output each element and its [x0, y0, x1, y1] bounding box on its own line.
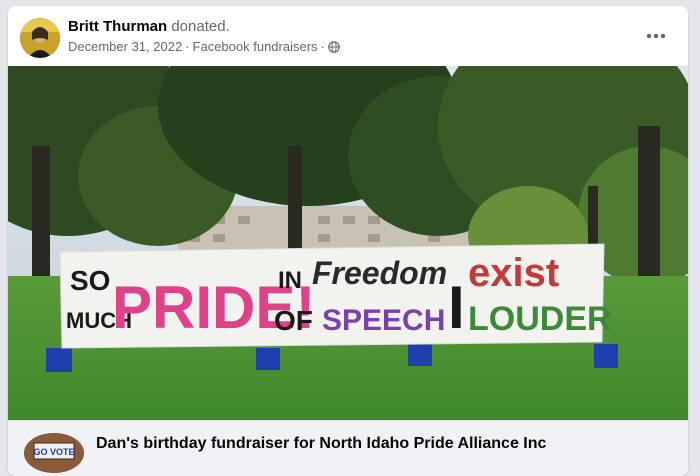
banner-so: SO	[70, 265, 110, 296]
post-photo[interactable]: SO MUCH PRIDE! IN OF Freedom SPEECH I ex…	[8, 66, 688, 420]
meta-separator: ·	[185, 39, 190, 54]
avatar-image	[20, 18, 60, 58]
post-card: Britt Thurman donated. December 31, 2022…	[8, 6, 688, 476]
post-source[interactable]: Facebook fundraisers	[193, 39, 318, 54]
fundraiser-row[interactable]: GO VOTE Dan's birthday fundraiser for No…	[8, 420, 688, 476]
banner-speech: SPEECH	[322, 304, 445, 337]
banner-freedom: Freedom	[312, 255, 447, 291]
thumb-text: GO VOTE	[33, 447, 74, 457]
banner-of: OF	[274, 305, 313, 336]
author-action: donated.	[171, 18, 230, 35]
post-date[interactable]: December 31, 2022	[68, 39, 182, 54]
globe-icon[interactable]	[328, 40, 340, 53]
author-name[interactable]: Britt Thurman	[68, 18, 167, 35]
banner-exist: exist	[468, 251, 559, 295]
more-options-button[interactable]	[640, 22, 672, 50]
fundraiser-thumbnail[interactable]: GO VOTE	[24, 433, 84, 473]
meta-separator-2: ·	[320, 39, 325, 54]
more-options-icon	[646, 33, 666, 39]
banner-louder: LOUDER	[468, 300, 612, 338]
author-avatar[interactable]	[20, 18, 60, 58]
author-line: Britt Thurman donated.	[68, 18, 230, 35]
fundraiser-title[interactable]: Dan's birthday fundraiser for North Idah…	[96, 435, 546, 453]
banner-photo: SO MUCH PRIDE! IN OF Freedom SPEECH I ex…	[8, 66, 688, 420]
post-meta: December 31, 2022 · Facebook fundraisers…	[68, 39, 340, 54]
banner-i: I	[448, 274, 465, 341]
banner-in: IN	[278, 267, 302, 294]
go-vote-image: GO VOTE	[24, 433, 84, 473]
